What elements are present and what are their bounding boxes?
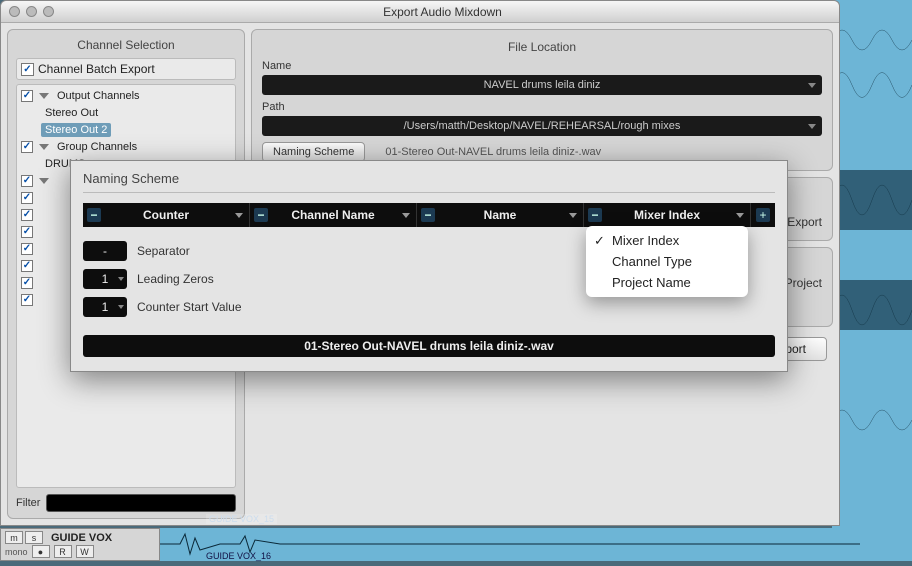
channel-batch-export-checkbox[interactable]: [21, 63, 34, 76]
separator-field[interactable]: -: [83, 241, 127, 261]
solo-button[interactable]: s: [25, 531, 43, 544]
channel-selection-header: Channel Selection: [16, 36, 236, 58]
naming-field-counter[interactable]: − Counter: [83, 203, 250, 227]
track-mono-label: mono: [5, 547, 28, 557]
read-button[interactable]: R: [54, 545, 72, 558]
channel-batch-export-row[interactable]: Channel Batch Export: [16, 58, 236, 80]
remove-icon[interactable]: −: [421, 208, 435, 222]
tree-group-channels[interactable]: Group Channels: [17, 138, 235, 155]
track-strip: m s GUIDE VOX mono ● R W GUIDE VOX_15 GU…: [0, 528, 912, 561]
track-body[interactable]: GUIDE VOX_15 GUIDE VOX_16: [160, 528, 912, 561]
field-dropdown[interactable]: Mixer Index Channel Type Project Name: [586, 226, 748, 297]
dropdown-icon[interactable]: [118, 305, 124, 309]
file-location-panel: File Location Name NAVEL drums leila din…: [251, 29, 833, 171]
window-title: Export Audio Mixdown: [54, 5, 831, 19]
record-button[interactable]: ●: [32, 545, 50, 558]
disclosure-icon[interactable]: [39, 178, 49, 184]
remove-icon[interactable]: −: [588, 208, 602, 222]
naming-scheme-title: Naming Scheme: [83, 171, 775, 186]
dropdown-icon[interactable]: [808, 124, 816, 129]
tree-stereo-out[interactable]: Stereo Out: [17, 104, 235, 121]
dropdown-icon[interactable]: [808, 83, 816, 88]
name-field[interactable]: NAVEL drums leila diniz: [262, 75, 822, 95]
mute-button[interactable]: m: [5, 531, 23, 544]
naming-scheme-button[interactable]: Naming Scheme: [262, 142, 365, 162]
titlebar[interactable]: Export Audio Mixdown: [1, 1, 839, 23]
zoom-icon[interactable]: [43, 6, 54, 17]
remove-icon[interactable]: −: [87, 208, 101, 222]
dropdown-icon[interactable]: [569, 213, 577, 218]
checkbox[interactable]: [21, 192, 33, 204]
file-location-header: File Location: [262, 38, 822, 60]
counter-start-field[interactable]: 1: [83, 297, 127, 317]
disclosure-icon[interactable]: [39, 144, 49, 150]
naming-preview: 01-Stereo Out-NAVEL drums leila diniz-.w…: [385, 146, 601, 158]
dropdown-icon[interactable]: [736, 213, 744, 218]
path-field[interactable]: /Users/matth/Desktop/NAVEL/REHEARSAL/rou…: [262, 116, 822, 136]
clip-label: GUIDE VOX_15: [206, 514, 277, 524]
naming-output: 01-Stereo Out-NAVEL drums leila diniz-.w…: [83, 335, 775, 357]
dropdown-item-mixer-index[interactable]: Mixer Index: [586, 230, 748, 251]
checkbox[interactable]: [21, 226, 33, 238]
add-icon[interactable]: +: [756, 208, 770, 222]
remove-icon[interactable]: −: [254, 208, 268, 222]
disclosure-icon[interactable]: [39, 93, 49, 99]
checkbox[interactable]: [21, 209, 33, 221]
channel-batch-export-label: Channel Batch Export: [38, 62, 155, 76]
dropdown-icon[interactable]: [402, 213, 410, 218]
naming-field-add[interactable]: +: [751, 203, 775, 227]
naming-field-channel-name[interactable]: − Channel Name: [250, 203, 417, 227]
divider: [83, 192, 775, 193]
track-name: GUIDE VOX: [51, 532, 112, 544]
dropdown-icon[interactable]: [118, 277, 124, 281]
write-button[interactable]: W: [76, 545, 94, 558]
track-header[interactable]: m s GUIDE VOX mono ● R W: [0, 528, 160, 561]
checkbox[interactable]: [21, 294, 33, 306]
tree-stereo-out-2[interactable]: Stereo Out 2: [17, 121, 235, 138]
dropdown-item-channel-type[interactable]: Channel Type: [586, 251, 748, 272]
dropdown-icon[interactable]: [235, 213, 243, 218]
waveform-icon: [160, 528, 912, 561]
checkbox[interactable]: [21, 175, 33, 187]
filter-label: Filter: [16, 497, 40, 509]
checkbox[interactable]: [21, 260, 33, 272]
naming-fields-row: − Counter − Channel Name − Name − Mixer …: [83, 203, 775, 227]
close-icon[interactable]: [9, 6, 20, 17]
window-controls: [9, 6, 54, 17]
leading-zeros-field[interactable]: 1: [83, 269, 127, 289]
separator-label: Separator: [137, 244, 190, 258]
naming-field-name[interactable]: − Name: [417, 203, 584, 227]
checkbox[interactable]: [21, 243, 33, 255]
dropdown-item-project-name[interactable]: Project Name: [586, 272, 748, 293]
naming-field-mixer-index[interactable]: − Mixer Index: [584, 203, 751, 227]
checkbox[interactable]: [21, 141, 33, 153]
checkbox[interactable]: [21, 90, 33, 102]
path-label: Path: [262, 101, 822, 113]
minimize-icon[interactable]: [26, 6, 37, 17]
filter-input[interactable]: [46, 494, 236, 512]
tree-output-channels[interactable]: Output Channels: [17, 87, 235, 104]
counter-start-label: Counter Start Value: [137, 300, 242, 314]
clip-label-2: GUIDE VOX_16: [206, 551, 271, 561]
leading-zeros-label: Leading Zeros: [137, 272, 214, 286]
checkbox[interactable]: [21, 277, 33, 289]
filter-row: Filter: [16, 494, 236, 512]
name-label: Name: [262, 60, 822, 72]
